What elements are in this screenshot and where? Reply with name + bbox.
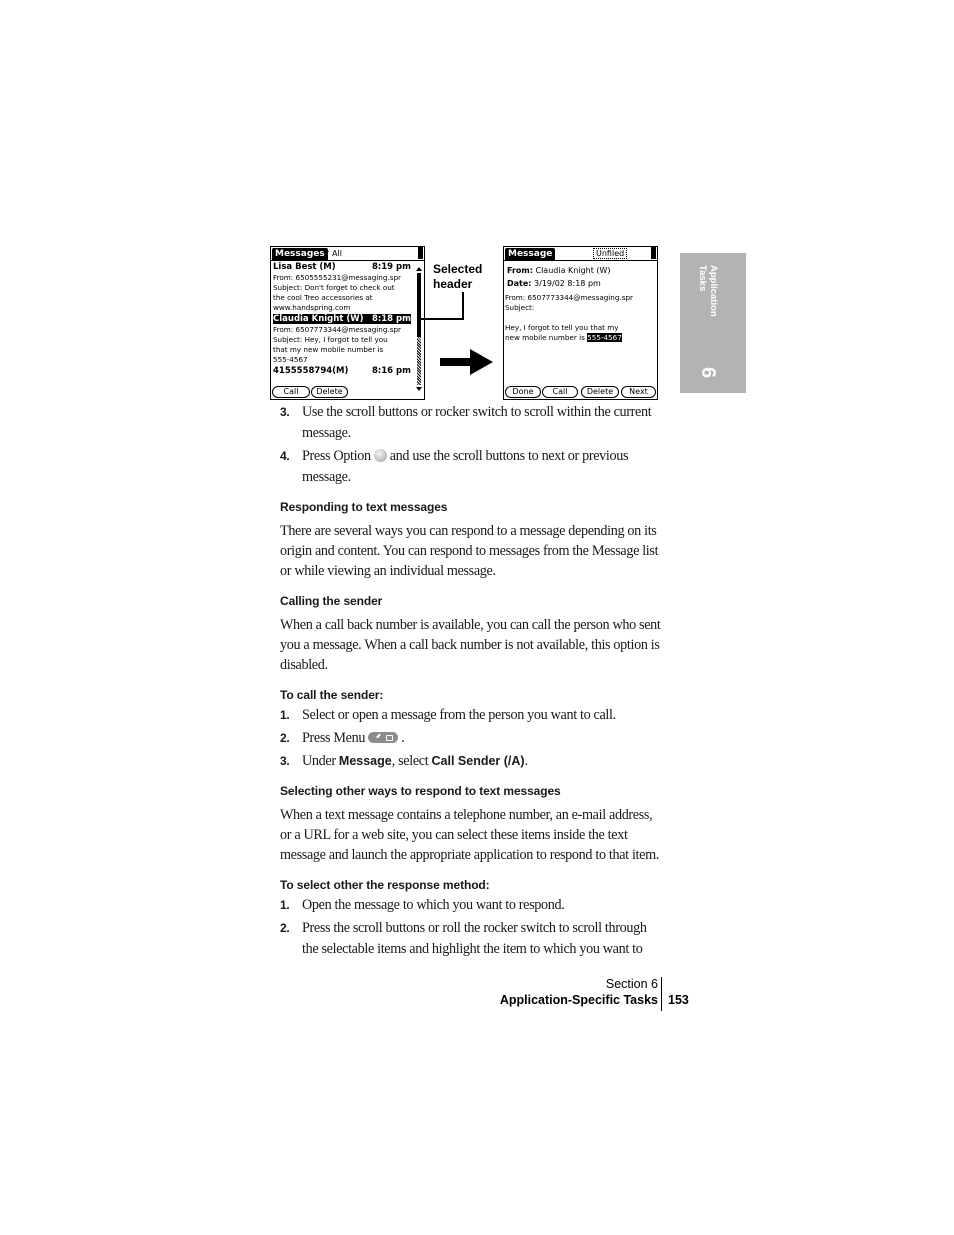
battery-icon <box>651 247 656 259</box>
body-line: Hey, I forgot to tell you that my <box>505 323 619 332</box>
step-number: 4. <box>280 449 290 463</box>
titlebar: Message Unfiled <box>504 247 657 261</box>
step-number: 2. <box>280 921 290 935</box>
message-header: Lisa Best (M) 8:19 pm <box>273 262 411 272</box>
scroll-up-arrow-icon <box>416 267 422 271</box>
screen-title: Messages <box>272 248 328 260</box>
subject-line: Subject: <box>505 303 535 312</box>
section-heading: Calling the sender <box>280 594 383 608</box>
message-line: Subject: Hey, I forgot to tell you <box>273 335 388 344</box>
message-line: Subject: Don't forget to check out <box>273 283 395 292</box>
option-key-icon <box>373 449 387 462</box>
scroll-down-arrow-icon <box>416 387 422 391</box>
messages-list-screenshot: Messages All Lisa Best (M) 8:19 pm From: … <box>270 246 425 400</box>
step-text: Select or open a message from the person… <box>302 707 616 723</box>
screen-title: Message <box>505 248 556 260</box>
step-text: Press Menu. <box>302 730 405 746</box>
step-text: Under Message, select Call Sender (/A). <box>302 753 528 769</box>
callout-label: Selected header <box>433 262 483 291</box>
category-label: All <box>332 249 342 258</box>
message-header: 4155558794(M) 8:16 pm <box>273 366 411 376</box>
category-label: Unfiled <box>593 248 628 259</box>
message-detail-screenshot: Message Unfiled From: Claudia Knight (W)… <box>503 246 658 400</box>
paragraph: When a text message contains a telephone… <box>280 807 659 863</box>
paragraph: When a call back number is available, yo… <box>280 617 661 673</box>
page-number: 153 <box>668 993 689 1007</box>
scrollbar <box>416 267 422 391</box>
message-line: the cool Treo accessories at <box>273 293 373 302</box>
message-line: that my new mobile number is <box>273 345 384 354</box>
dropdown-triangle-icon <box>323 251 329 255</box>
right-arrow-icon <box>440 349 493 375</box>
step-item: 1. Select or open a message from the per… <box>280 705 660 726</box>
procedure-heading: To call the sender: <box>280 688 384 702</box>
step-number: 3. <box>280 754 290 768</box>
from-field: From: Claudia Knight (W) <box>507 266 611 275</box>
battery-icon <box>418 247 423 259</box>
scroll-track <box>417 337 421 385</box>
step-text: Press the scroll buttons or roll the roc… <box>302 920 647 957</box>
step-number: 1. <box>280 898 290 912</box>
call-button: Call <box>542 386 578 398</box>
callout-leader-line <box>462 292 464 319</box>
call-button: Call <box>272 386 310 398</box>
selected-message-header: Claudia Knight (W) 8:18 pm <box>273 314 411 324</box>
chapter-number: 6 <box>697 366 720 379</box>
footer-divider <box>661 977 662 1011</box>
scroll-thumb <box>417 273 421 337</box>
message-line: From: 6505555231@messaging.spr <box>273 273 401 282</box>
step-text: Open the message to which you want to re… <box>302 897 565 913</box>
delete-button: Delete <box>311 386 348 398</box>
done-button: Done <box>505 386 541 398</box>
message-line: 555-4567 <box>273 355 308 364</box>
step-text: Press Option and use the scroll buttons t… <box>302 448 629 485</box>
titlebar: Messages All <box>271 247 424 261</box>
step-text: Use the scroll buttons or rocker switch … <box>302 404 652 441</box>
step-item: 1. Open the message to which you want to… <box>280 895 660 916</box>
message-line: From: 6507773344@messaging.spr <box>273 325 401 334</box>
category-picker: All <box>323 248 342 259</box>
callout-leader-line <box>418 318 464 320</box>
date-field: Date: 3/19/02 8:18 pm <box>507 279 601 288</box>
chapter-side-tab: Application Tasks 6 <box>680 253 746 393</box>
step-number: 2. <box>280 731 290 745</box>
from-address-line: From: 6507773344@messaging.spr <box>505 293 633 302</box>
section-heading: Selecting other ways to respond to text … <box>280 784 561 798</box>
step-item: 3. Use the scroll buttons or rocker swit… <box>280 402 660 444</box>
message-line: www.handspring.com <box>273 303 351 312</box>
step-item: 4. Press Option and use the scroll button… <box>280 446 660 488</box>
section-heading: Responding to text messages <box>280 500 448 514</box>
footer-section: Section 6 <box>605 977 658 991</box>
step-item: 3. Under Message, select Call Sender (/A… <box>280 751 660 772</box>
menu-key-icon <box>368 732 399 743</box>
procedure-heading: To select other the response method: <box>280 878 490 892</box>
footer-title: Application-Specific Tasks <box>499 993 658 1007</box>
step-number: 3. <box>280 405 290 419</box>
body-line: new mobile number is 555-4567 <box>505 333 622 342</box>
next-button: Next <box>621 386 656 398</box>
paragraph: There are several ways you can respond t… <box>280 523 659 579</box>
delete-button: Delete <box>581 386 619 398</box>
step-item: 2. Press Menu. <box>280 728 660 749</box>
chapter-title: Application Tasks <box>697 265 719 317</box>
step-number: 1. <box>280 708 290 722</box>
step-item: 2. Press the scroll buttons or roll the … <box>280 918 660 960</box>
highlighted-phone-number: 555-4567 <box>587 333 622 342</box>
